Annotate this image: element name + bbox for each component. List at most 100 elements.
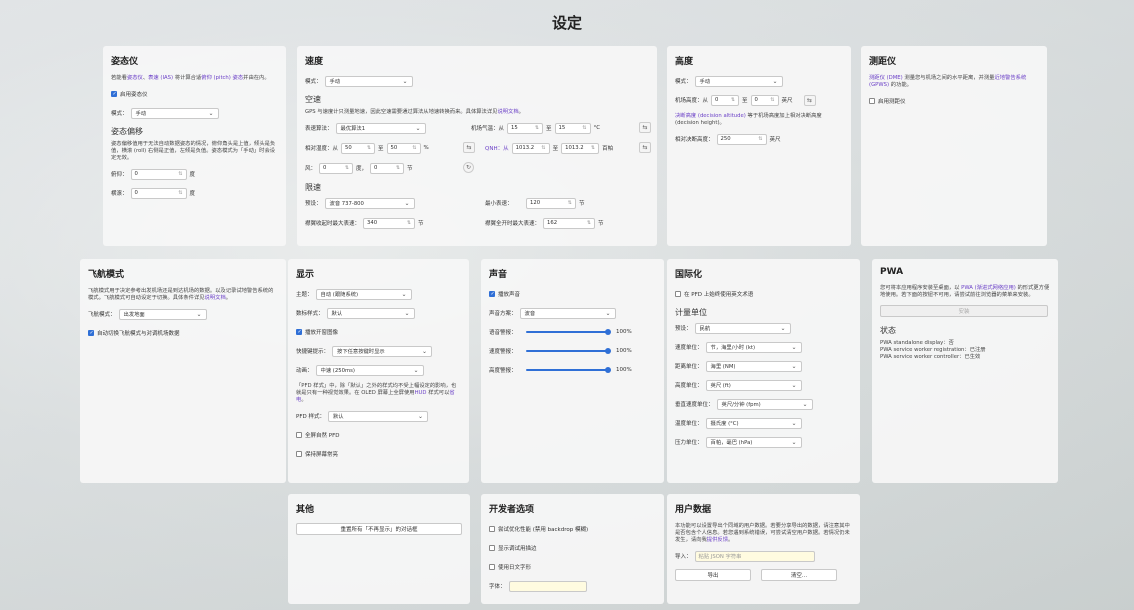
dev-font-input[interactable] (508, 580, 587, 592)
qnh-to-input[interactable]: 1013.2 ⇅ (561, 142, 600, 154)
dh-desc: 决断高度 (decision altitude) 等于机场高度加上相对决断高度 … (675, 113, 822, 126)
sound-enable-checkbox[interactable] (489, 291, 495, 297)
model-select[interactable]: 波音 737-800 ⌄ (324, 197, 415, 209)
elev-to-input[interactable]: 0 ⇅ (750, 94, 779, 106)
feedback-link[interactable]: 提供反馈 (707, 537, 728, 543)
temp-to-input[interactable]: 15 ⇅ (554, 122, 591, 134)
distance-unit-select[interactable]: 海里 (NM) ⌄ (705, 360, 802, 372)
perf-checkbox[interactable] (489, 526, 495, 532)
font-style-select[interactable]: 默认 ⌄ (326, 307, 415, 319)
attitude-card: 姿态仪 若能看姿态仪、表速 (IAS) 将计算合适俯仰 (pitch) 姿态并由… (103, 46, 286, 246)
shortcut-select[interactable]: 按下任意按键时显示 ⌄ (332, 345, 433, 357)
qnh-to-label: 至 (552, 146, 559, 152)
temp-from-input[interactable]: 15 ⇅ (507, 122, 544, 134)
voice-volume-slider[interactable] (526, 329, 611, 335)
rh-from-input[interactable]: 50 ⇅ (341, 142, 376, 154)
wind-dir-input[interactable]: 0 ⇅ (319, 162, 354, 174)
chevron-down-icon: ⌄ (421, 347, 428, 355)
attitude-link[interactable]: 姿态仪 (127, 75, 143, 81)
install-button[interactable]: 安装 (880, 305, 1048, 317)
rdh-unit: 英尺 (769, 137, 781, 143)
reset-dialogs-button[interactable]: 重置所有「不再显示」的对话框 (296, 523, 462, 535)
speed-unit-select[interactable]: 节，海里/小时 (kt) ⌄ (705, 341, 802, 353)
pwa-link[interactable]: PWA (渐进式网络应用) (961, 285, 1016, 291)
chevron-down-icon: ⌄ (413, 366, 419, 374)
swap-icon[interactable]: ⇆ (639, 122, 651, 133)
reset-icon[interactable]: ↻ (463, 162, 474, 173)
auto-switch-checkbox[interactable] (88, 330, 94, 336)
english-terms-label: 在 PFD 上始终使用英文术语 (684, 292, 754, 298)
attitude-enable-label: 启用姿态仪 (120, 92, 148, 98)
flight-mode-doc-link[interactable]: 说明文档 (205, 295, 226, 301)
pressure-unit-select[interactable]: 百帕，毫巴 (hPa) ⌄ (705, 436, 802, 448)
pitch-link[interactable]: 俯仰 (pitch) 姿态 (201, 75, 243, 81)
vfe-input[interactable]: 340 ⇅ (363, 217, 416, 229)
flight-mode-title: 飞航模式 (88, 270, 125, 280)
temp-unit-label: 温度单位： (675, 421, 703, 427)
flight-mode-select[interactable]: 出发地面 ⌄ (118, 308, 207, 320)
import-input[interactable]: 粘贴 JSON 字符串 (694, 550, 815, 562)
speed-volume-slider[interactable] (526, 348, 611, 354)
slider-knob[interactable] (605, 348, 611, 354)
rh-to-label: 至 (378, 146, 384, 152)
chevron-down-icon: ⌄ (196, 310, 202, 318)
sound-enable-label: 播放声音 (498, 292, 521, 298)
rdh-input[interactable]: 250 ⇅ (716, 133, 767, 145)
units-preset-select[interactable]: 民航 ⌄ (694, 322, 791, 334)
theme-label: 主题： (296, 292, 313, 298)
algo-select[interactable]: 最优算法1 ⌄ (335, 122, 426, 134)
slider-knob[interactable] (605, 367, 611, 373)
model-label: 预设： (305, 201, 322, 207)
swap-icon[interactable]: ⇆ (803, 94, 816, 106)
swap-icon[interactable]: ⇆ (639, 142, 651, 153)
show-pictures-checkbox[interactable] (296, 329, 302, 335)
fullscreen-checkbox[interactable] (296, 432, 302, 438)
english-terms-checkbox[interactable] (675, 291, 681, 297)
vs-unit-select[interactable]: 英尺/分钟 (fpm) ⌄ (716, 398, 813, 410)
debug-outline-checkbox[interactable] (489, 545, 495, 551)
qnh-from-input[interactable]: 1013.2 ⇅ (511, 142, 550, 154)
animation-select[interactable]: 中速 (250ms) ⌄ (315, 364, 424, 376)
dme-title: 测距仪 (869, 57, 897, 67)
chevron-down-icon: ⌄ (780, 324, 786, 332)
qnh-label[interactable]: QNH：从 (485, 144, 509, 152)
swap-icon[interactable]: ⇆ (463, 142, 475, 153)
altitude-unit-select[interactable]: 英尺 (ft) ⌄ (705, 379, 802, 391)
attitude-enable-checkbox[interactable] (111, 91, 117, 97)
hud-link[interactable]: HUD (415, 390, 427, 396)
temp-unit-select[interactable]: 摄氏度 (°C) ⌄ (705, 417, 802, 429)
min-speed-input[interactable]: 120 ⇅ (526, 197, 576, 209)
i18n-title: 国际化 (675, 270, 703, 280)
altitude-mode-select[interactable]: 手动 ⌄ (694, 75, 783, 87)
clear-button[interactable]: 清空... (761, 569, 837, 581)
airspeed-doc-link[interactable]: 说明文档 (497, 109, 518, 115)
theme-select[interactable]: 自动 (跟随系统) ⌄ (315, 288, 412, 300)
dme-link[interactable]: 测距仪 (DME) (869, 75, 903, 81)
japanese-glyph-checkbox[interactable] (489, 564, 495, 570)
elev-from-input[interactable]: 0 ⇅ (711, 94, 740, 106)
dme-enable-checkbox[interactable] (869, 98, 875, 104)
speed-mode-label: 模式： (305, 79, 322, 85)
slider-knob[interactable] (605, 329, 611, 335)
wind-speed-input[interactable]: 0 ⇅ (370, 162, 405, 174)
pwa-status-2: PWA service worker registration：已注册 (880, 347, 986, 353)
pressure-unit-label: 压力单位： (675, 440, 703, 446)
altitude-volume-slider[interactable] (526, 367, 611, 373)
dme-card: 测距仪 测距仪 (DME) 测量您与机场之间的水平距离，并测量近地警告系统 (G… (861, 46, 1047, 246)
ias-link[interactable]: 表速 (IAS) (148, 75, 173, 81)
rh-to-input[interactable]: 50 ⇅ (386, 142, 421, 154)
fullscreen-label: 全屏自然 PFD (305, 433, 340, 439)
keep-awake-checkbox[interactable] (296, 451, 302, 457)
speed-mode-select[interactable]: 手动 ⌄ (324, 75, 413, 87)
dme-desc: 测距仪 (DME) 测量您与机场之间的水平距离，并测量近地警告系统 (GPWS)… (869, 75, 1027, 88)
sound-scheme-select[interactable]: 波音 ⌄ (519, 307, 616, 319)
attitude-mode-select[interactable]: 手动 ⌄ (130, 107, 219, 119)
sound-title: 声音 (489, 270, 508, 280)
animation-label: 动画： (296, 368, 313, 374)
export-button[interactable]: 导出 (675, 569, 751, 581)
decision-altitude-link[interactable]: 决断高度 (decision altitude) (675, 113, 746, 119)
vle-input[interactable]: 162 ⇅ (543, 217, 596, 229)
pfd-style-select[interactable]: 默认 ⌄ (327, 410, 428, 422)
roll-input[interactable]: 0 ⇅ (130, 187, 187, 199)
pitch-input[interactable]: 0 ⇅ (130, 168, 187, 180)
